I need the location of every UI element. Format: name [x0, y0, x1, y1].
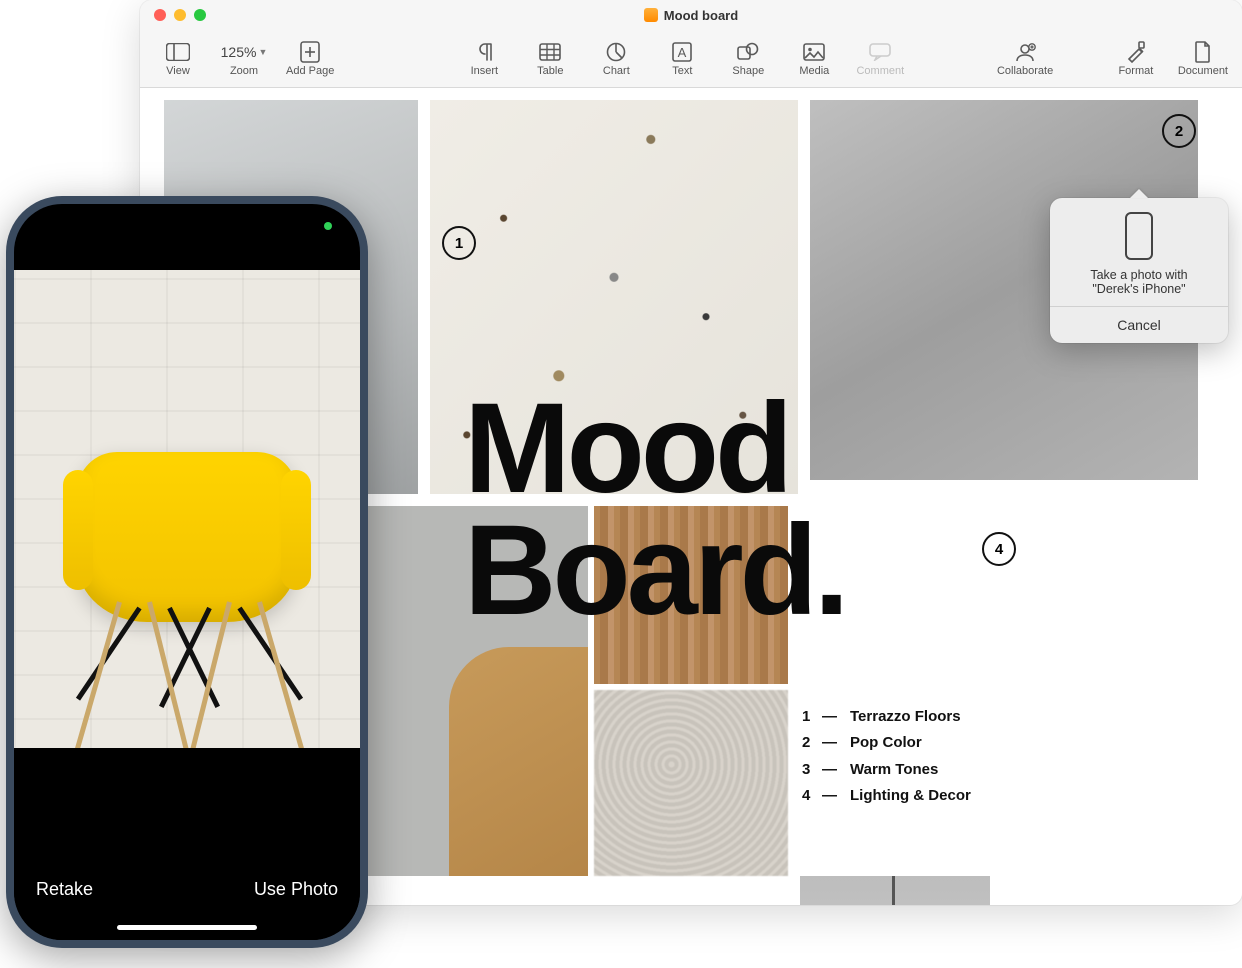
chart-icon [603, 41, 629, 63]
shape-label: Shape [732, 65, 764, 77]
titlebar[interactable]: Mood board [140, 0, 1242, 30]
popover-text-line-2: "Derek's iPhone" [1060, 282, 1218, 296]
collaborate-icon [1012, 41, 1038, 63]
window-zoom-button[interactable] [194, 9, 206, 21]
document-icon [644, 8, 658, 22]
insert-label: Insert [471, 65, 499, 77]
chart-button[interactable]: Chart [592, 41, 640, 77]
view-label: View [166, 65, 190, 77]
legend-row: 1—Terrazzo Floors [802, 704, 971, 730]
iphone-screen: Retake Use Photo [14, 204, 360, 940]
home-indicator[interactable] [117, 925, 257, 930]
traffic-lights [154, 9, 206, 21]
callout-4[interactable]: 4 [982, 532, 1016, 566]
view-button[interactable]: View [154, 41, 202, 77]
sidebar-icon [165, 41, 191, 63]
svg-text:A: A [678, 45, 687, 60]
add-page-label: Add Page [286, 65, 334, 77]
retake-button[interactable]: Retake [36, 879, 93, 900]
window-title-text: Mood board [664, 8, 738, 23]
text-icon: A [669, 41, 695, 63]
format-label: Format [1118, 65, 1153, 77]
comment-label: Comment [856, 65, 904, 77]
sofa-shape [449, 647, 588, 876]
legend[interactable]: 1—Terrazzo Floors 2—Pop Color 3—Warm Ton… [802, 704, 971, 809]
zoom-label: Zoom [230, 65, 258, 77]
image-fur[interactable] [594, 690, 788, 876]
media-label: Media [799, 65, 829, 77]
toolbar: View 125% ▼ Zoom Add Page Insert [140, 30, 1242, 88]
window-title: Mood board [140, 8, 1242, 23]
shape-button[interactable]: Shape [724, 41, 772, 77]
table-button[interactable]: Table [526, 41, 574, 77]
iphone-outline-icon [1125, 212, 1153, 260]
popover-text-line-1: Take a photo with [1060, 268, 1218, 282]
use-photo-button[interactable]: Use Photo [254, 879, 338, 900]
image-lamp[interactable] [800, 876, 990, 905]
format-button[interactable]: Format [1112, 41, 1160, 77]
callout-2[interactable]: 2 [1162, 114, 1196, 148]
collaborate-label: Collaborate [997, 65, 1053, 77]
document-button[interactable]: Document [1178, 41, 1228, 77]
table-icon [537, 41, 563, 63]
chart-label: Chart [603, 65, 630, 77]
popover-cancel-button[interactable]: Cancel [1050, 306, 1228, 343]
comment-button: Comment [856, 41, 904, 77]
title-line-1: Mood [464, 388, 845, 510]
callout-1[interactable]: 1 [442, 226, 476, 260]
insert-button[interactable]: Insert [460, 41, 508, 77]
text-button[interactable]: A Text [658, 41, 706, 77]
document-icon-btn [1190, 41, 1216, 63]
zoom-control[interactable]: 125% ▼ Zoom [220, 41, 268, 77]
media-button[interactable]: Media [790, 41, 838, 77]
camera-preview-photo[interactable] [14, 270, 360, 764]
format-icon [1123, 41, 1149, 63]
zoom-value: 125% [221, 44, 257, 60]
media-icon [801, 41, 827, 63]
title-line-2: Board. [464, 510, 845, 632]
add-page-icon [297, 41, 323, 63]
iphone-device: Retake Use Photo [6, 196, 368, 948]
collaborate-button[interactable]: Collaborate [997, 41, 1053, 77]
shape-icon [735, 41, 761, 63]
lamp-cord [892, 876, 895, 905]
window-minimize-button[interactable] [174, 9, 186, 21]
continuity-camera-popover: Take a photo with "Derek's iPhone" Cance… [1050, 198, 1228, 343]
add-page-button[interactable]: Add Page [286, 41, 334, 77]
chevron-down-icon: ▼ [258, 47, 267, 57]
table-label: Table [537, 65, 563, 77]
yellow-chair [77, 452, 297, 622]
iphone-notch [112, 204, 262, 234]
text-label: Text [672, 65, 692, 77]
legend-row: 4—Lighting & Decor [802, 783, 971, 809]
document-title[interactable]: Mood Board. [464, 388, 845, 631]
document-label: Document [1178, 65, 1228, 77]
camera-indicator-dot [324, 222, 332, 230]
paragraph-icon [471, 41, 497, 63]
window-close-button[interactable] [154, 9, 166, 21]
legend-row: 3—Warm Tones [802, 757, 971, 783]
legend-row: 2—Pop Color [802, 730, 971, 756]
camera-footer: Retake Use Photo [14, 748, 360, 940]
comment-icon [867, 41, 893, 63]
